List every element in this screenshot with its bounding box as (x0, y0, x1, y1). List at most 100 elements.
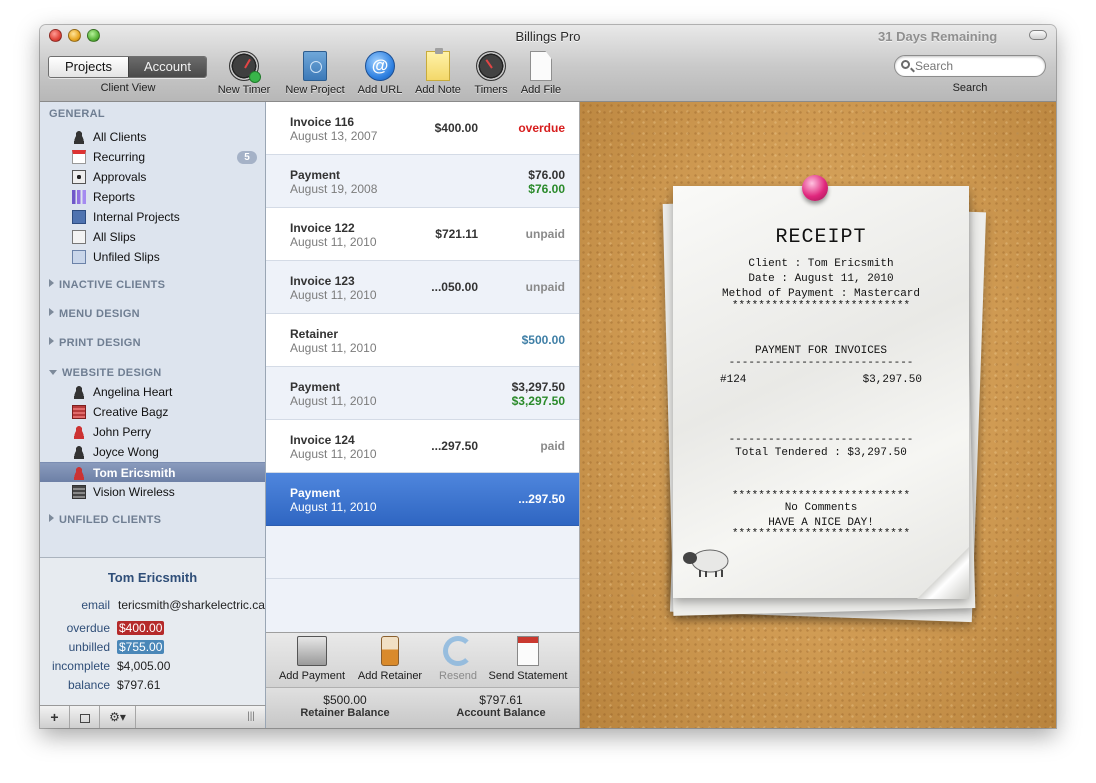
balances-bar: $500.00 Retainer Balance $797.61 Account… (266, 687, 580, 728)
unfiled-icon (72, 250, 86, 264)
item-title: Retainer (290, 327, 339, 341)
item-date: August 19, 2008 (290, 182, 378, 196)
empty-row (266, 579, 579, 632)
gear-menu-button[interactable]: ⚙▾ (100, 706, 136, 728)
sidebar-item-creative-bagz[interactable]: Creative Bagz (40, 402, 265, 422)
item-title: Payment (290, 380, 341, 394)
disclosure-triangle-icon (49, 337, 54, 345)
sticky-note-icon (426, 48, 450, 81)
statement-icon (517, 636, 539, 666)
list-item[interactable]: Payment August 11, 2010 $3,297.50 $3,297… (266, 367, 579, 420)
sidebar-item-angelina-heart[interactable]: Angelina Heart (40, 382, 265, 402)
status-badge: unpaid (525, 227, 565, 241)
list-item[interactable]: Retainer August 11, 2010 $500.00 (266, 314, 579, 367)
search-field[interactable] (894, 55, 1046, 77)
at-sign-icon: @ (365, 51, 395, 81)
item-amount: $400.00 (434, 121, 478, 135)
sidebar-item-label: Joyce Wong (93, 445, 159, 459)
list-item[interactable]: Payment August 19, 2008 $76.00 $76.00 (266, 155, 579, 208)
sidebar-item-joyce-wong[interactable]: Joyce Wong (40, 442, 265, 462)
calendar-icon (72, 150, 86, 164)
balance-row: balance $797.61 (40, 678, 266, 696)
receipt-total: Total Tendered : $3,297.50 (735, 447, 907, 459)
item-date: August 11, 2010 (290, 447, 377, 461)
incomplete-amount: $4,005.00 (117, 659, 171, 673)
overdue-row: overdue $400.00 (40, 621, 266, 639)
receipt-divider: ---------------------------- (728, 357, 914, 369)
retainer-balance-value: $500.00 (323, 693, 367, 707)
trial-notice: 31 Days Remaining (878, 29, 998, 44)
sidebar-item-reports[interactable]: Reports (40, 187, 265, 207)
sidebar-item-label: All Clients (93, 130, 147, 144)
sidebar-item-internal-projects[interactable]: Internal Projects (40, 207, 265, 227)
person-icon (72, 130, 86, 144)
segment-projects[interactable]: Projects (49, 57, 128, 77)
sidebar-item-john-perry[interactable]: John Perry (40, 422, 265, 442)
new-timer-button[interactable]: New Timer (212, 51, 276, 96)
status-badge: overdue (518, 121, 565, 135)
project-notebook-icon (303, 51, 327, 81)
list-item-selected[interactable]: Payment August 11, 2010 ...297.50 (266, 473, 579, 526)
item-date: August 11, 2010 (290, 235, 377, 249)
bar-chart-icon (72, 190, 86, 204)
transaction-list: Invoice 116 August 13, 2007 $400.00 over… (266, 102, 580, 632)
sidebar-item-label: Vision Wireless (93, 485, 175, 499)
item-amount: $721.11 (435, 227, 478, 241)
list-item[interactable]: Invoice 116 August 13, 2007 $400.00 over… (266, 102, 579, 155)
sidebar-group-website-design[interactable]: WEBSITE DESIGN (40, 358, 265, 382)
dropdown-box-icon (79, 714, 90, 723)
eye-icon (72, 170, 86, 184)
add-payment-button[interactable]: Add Payment (270, 636, 354, 682)
disclosure-triangle-icon (49, 514, 54, 522)
add-client-button[interactable]: + (40, 706, 70, 728)
disclosure-triangle-icon (49, 308, 54, 316)
item-title: Invoice 122 (290, 221, 355, 235)
sidebar-item-label: Tom Ericsmith (93, 466, 176, 480)
list-item[interactable]: Invoice 124 August 11, 2010 ...297.50 pa… (266, 420, 579, 473)
email-label: email (81, 598, 110, 612)
sidebar-group-general[interactable]: GENERAL (40, 102, 265, 127)
item-applied-amount: $76.00 (528, 182, 565, 196)
list-item[interactable]: Invoice 123 August 11, 2010 ...050.00 un… (266, 261, 579, 314)
unbilled-label: unbilled (68, 640, 110, 654)
list-item[interactable]: Invoice 122 August 11, 2010 $721.11 unpa… (266, 208, 579, 261)
new-project-button[interactable]: New Project (283, 51, 347, 96)
person-icon (72, 466, 86, 480)
toolbar-toggle-button[interactable] (1029, 30, 1047, 40)
send-statement-label: Send Statement (488, 670, 568, 682)
cash-register-icon (297, 636, 327, 666)
item-applied-amount: $3,297.50 (511, 394, 565, 408)
sidebar-item-unfiled-slips[interactable]: Unfiled Slips (40, 247, 265, 267)
sidebar-item-approvals[interactable]: Approvals (40, 167, 265, 187)
new-project-label: New Project (285, 84, 345, 96)
building-icon (72, 485, 86, 499)
resize-grip-icon[interactable]: ||| (236, 706, 266, 728)
sidebar-group-print-design[interactable]: PRINT DESIGN (40, 329, 265, 358)
add-url-label: Add URL (357, 84, 403, 96)
client-email[interactable]: tericsmith@sharkelectric.ca (118, 598, 265, 612)
sidebar-item-label: Approvals (93, 170, 147, 184)
sidebar-item-all-slips[interactable]: All Slips (40, 227, 265, 247)
add-file-button[interactable]: Add File (509, 51, 573, 96)
item-date: August 11, 2010 (290, 288, 377, 302)
sidebar-group-menu-design[interactable]: MENU DESIGN (40, 300, 265, 329)
segment-account[interactable]: Account (128, 57, 206, 77)
person-icon (72, 425, 86, 439)
sidebar-group-inactive-clients[interactable]: INACTIVE CLIENTS (40, 271, 265, 300)
add-url-button[interactable]: @ Add URL (348, 51, 412, 96)
send-statement-button[interactable]: Send Statement (486, 636, 570, 682)
building-icon (72, 405, 86, 419)
sidebar-group-unfiled-clients[interactable]: UNFILED CLIENTS (40, 506, 265, 535)
sidebar-item-vision-wireless[interactable]: Vision Wireless (40, 482, 265, 502)
sidebar-item-recurring[interactable]: Recurring 5 (40, 147, 265, 167)
incomplete-row: incomplete $4,005.00 (40, 659, 266, 677)
unbilled-amount: $755.00 (117, 640, 165, 654)
sidebar-item-all-clients[interactable]: All Clients (40, 127, 265, 147)
sidebar-footer: + ⚙▾ ||| (40, 705, 266, 728)
sidebar-item-label: Angelina Heart (93, 385, 173, 399)
sidebar-item-tom-ericsmith[interactable]: Tom Ericsmith (40, 462, 265, 482)
account-balance-label: Account Balance (456, 707, 546, 719)
search-input[interactable] (915, 58, 1040, 74)
actions-menu-button[interactable] (70, 706, 100, 728)
receipt-stars: *************************** (731, 528, 911, 540)
